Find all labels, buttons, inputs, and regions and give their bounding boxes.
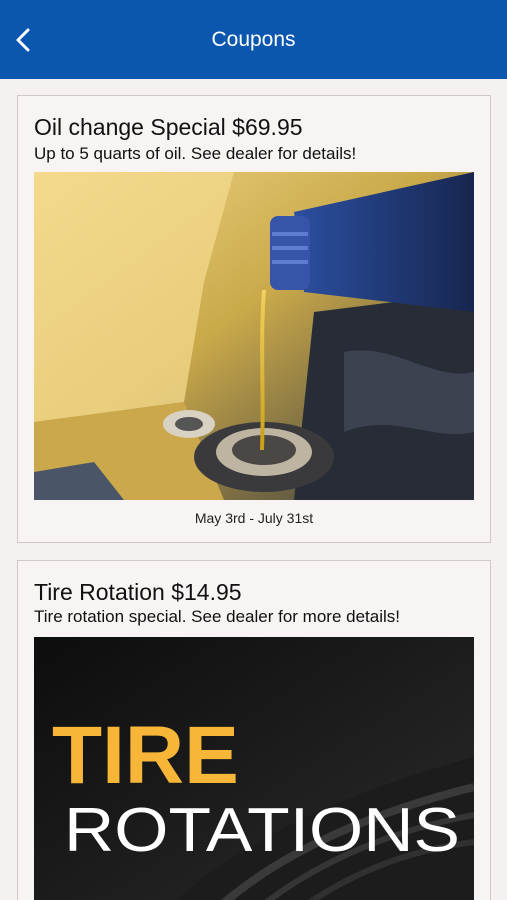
page-title: Coupons	[211, 28, 296, 51]
tire-promo-text-2: ROTATIONS	[64, 796, 460, 865]
coupon-date-range: May 3rd - July 31st	[194, 510, 314, 526]
coupon-title: Tire Rotation $14.95	[34, 579, 242, 605]
oil-change-image	[34, 172, 474, 500]
tire-promo-text-1: TIRE	[52, 710, 239, 801]
navigation-bar: Coupons	[0, 0, 507, 79]
tire-rotation-image: TIRE ROTATIONS	[34, 637, 474, 900]
coupon-card-tire-rotation[interactable]: Tire Rotation $14.95 Tire rotation speci…	[17, 560, 491, 900]
coupon-card-oil-change[interactable]: Oil change Special $69.95 Up to 5 quarts…	[17, 95, 491, 543]
coupon-list[interactable]: Oil change Special $69.95 Up to 5 quarts…	[0, 79, 507, 900]
coupon-title: Oil change Special $69.95	[34, 114, 303, 140]
coupon-description: Up to 5 quarts of oil. See dealer for de…	[34, 144, 357, 163]
coupon-description: Tire rotation special. See dealer for mo…	[34, 607, 400, 626]
